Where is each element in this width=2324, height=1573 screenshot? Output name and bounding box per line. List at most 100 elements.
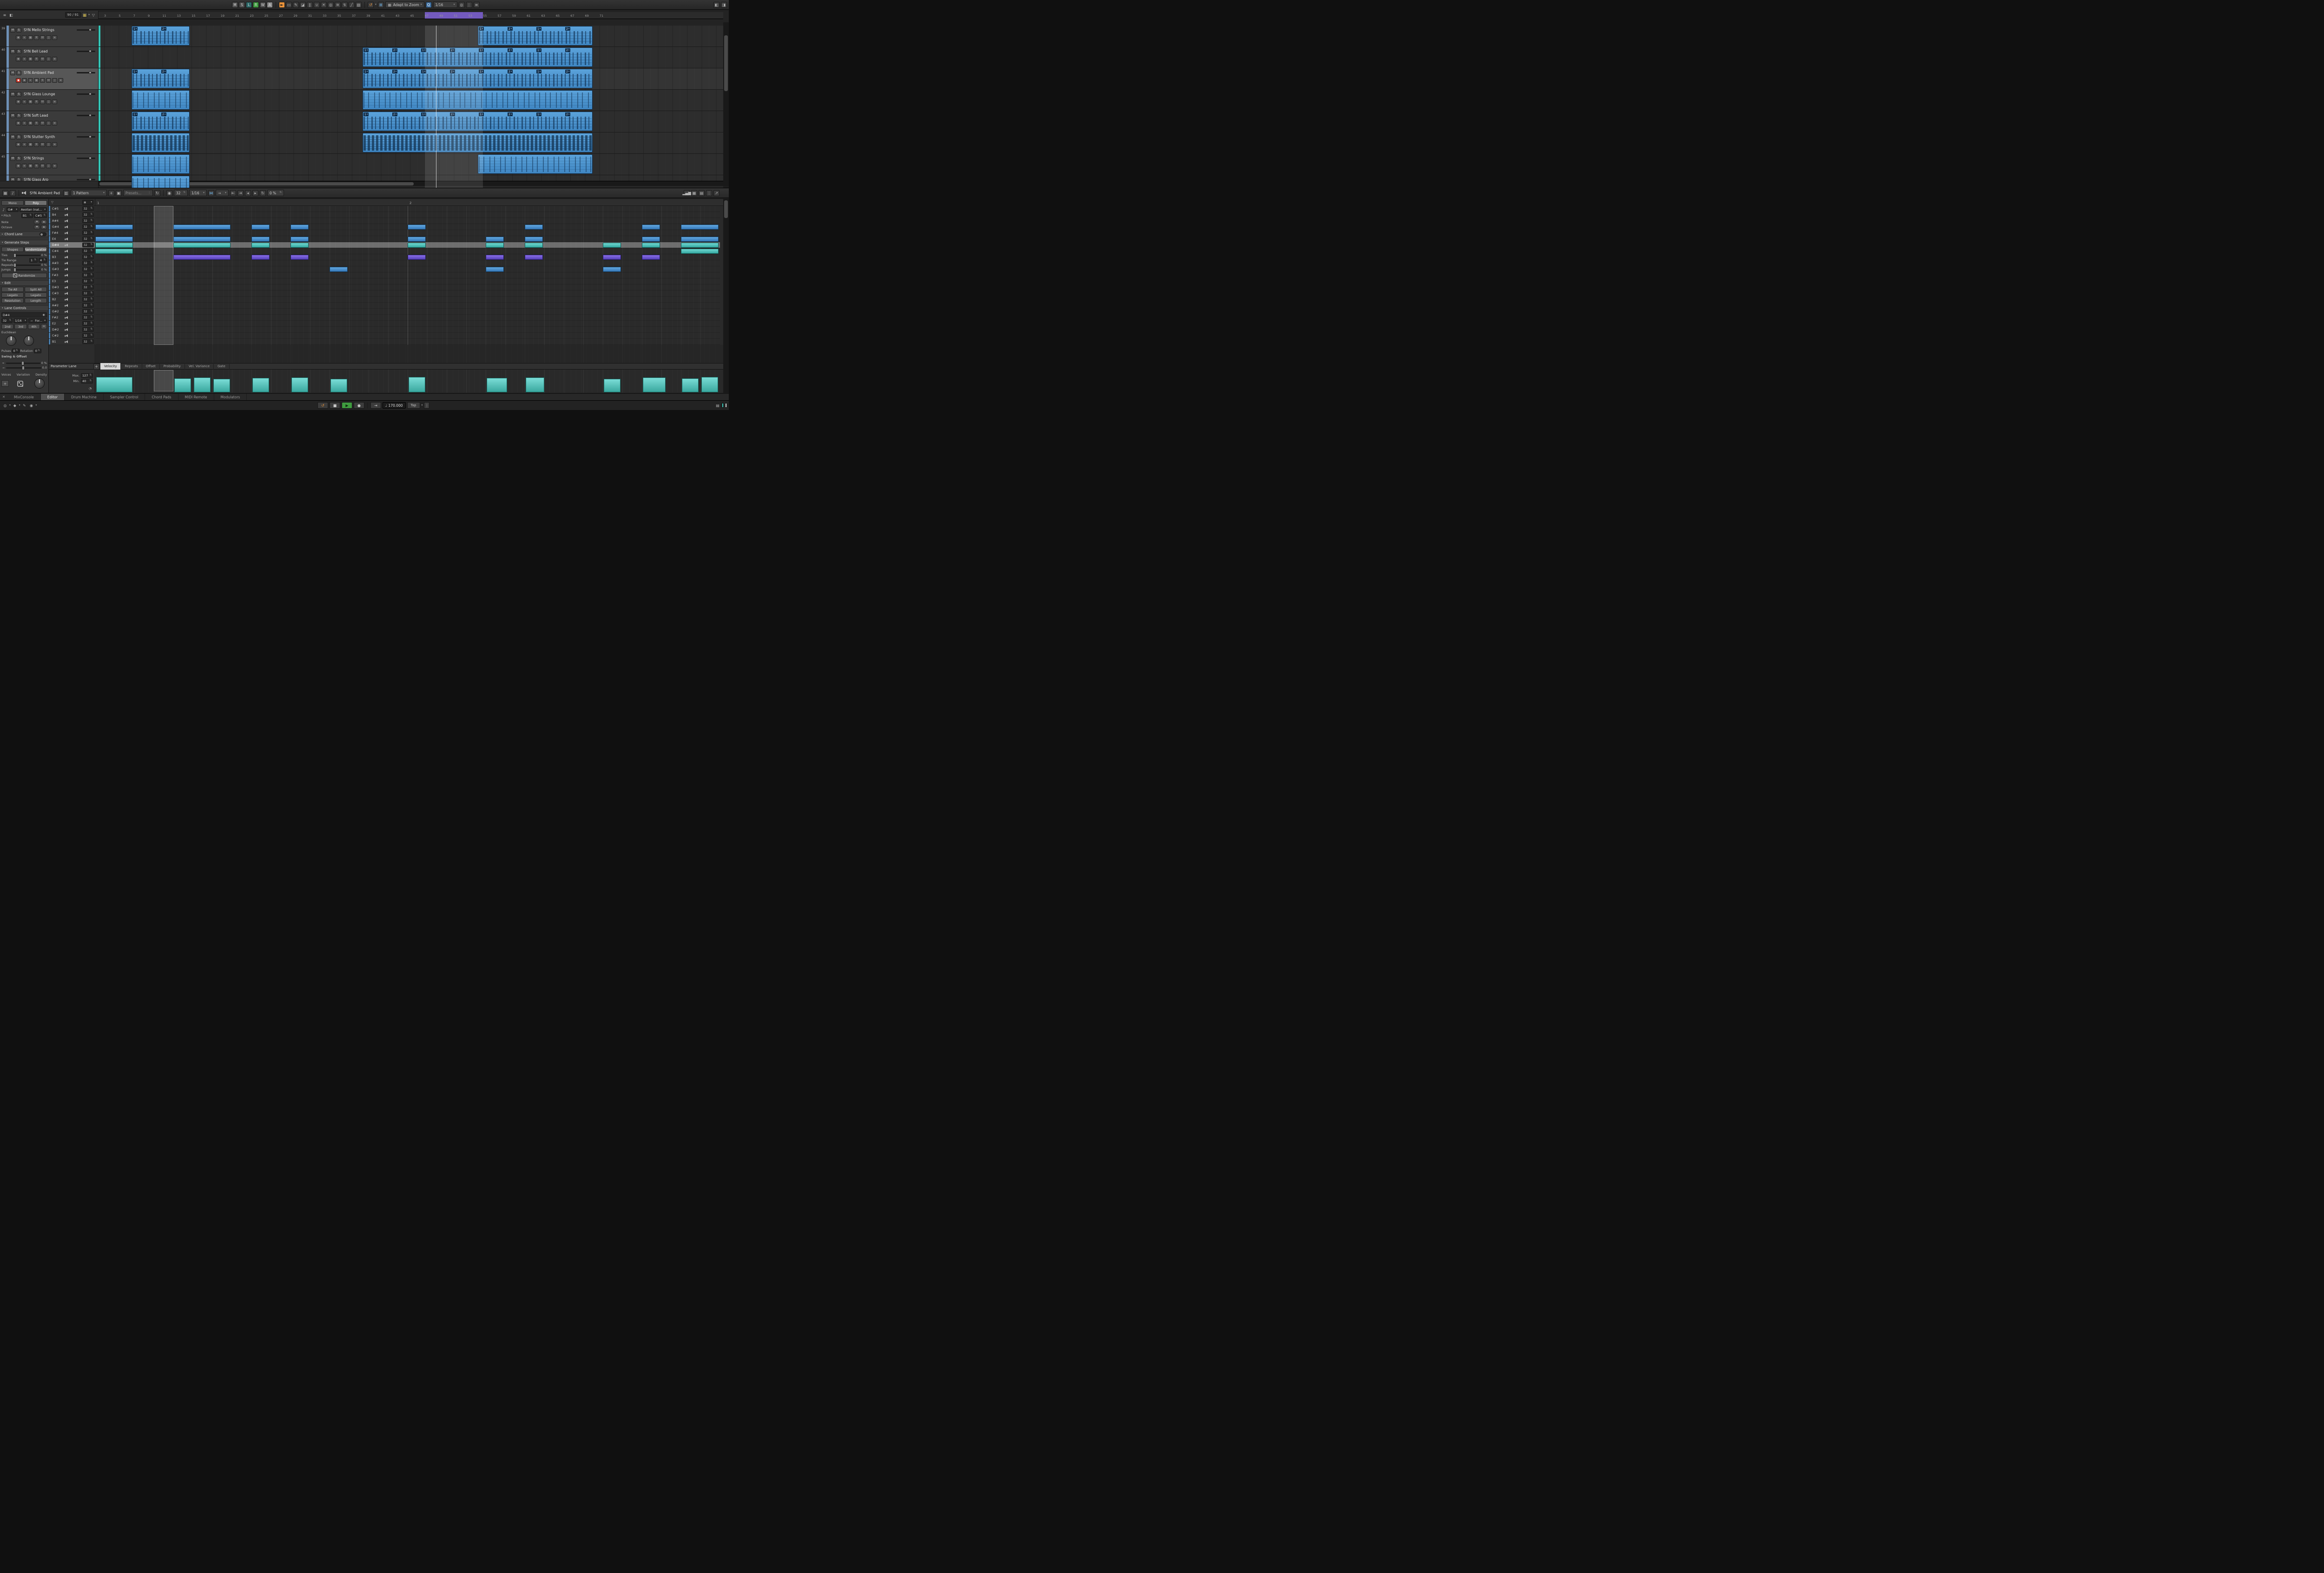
velocity-bar[interactable] — [487, 378, 507, 392]
zone-tab-mixconsole[interactable]: MixConsole — [7, 394, 41, 400]
lane-list-item[interactable]: F#332⇅ — [49, 272, 95, 278]
track-header[interactable]: 40MSSYN Bell Lead◉e▦RW▯≡ — [0, 47, 98, 68]
write-automation-button[interactable]: W — [40, 57, 45, 61]
pattern-length-spinner[interactable]: 32 ⇅ — [174, 190, 188, 196]
track-lane[interactable]: 1▾2▾1▾2▾1▾2▾1▾2▾ — [99, 47, 723, 68]
volume-slider[interactable] — [77, 158, 95, 159]
lane-steps-box[interactable]: 32⇅ — [82, 267, 94, 271]
midi-note[interactable] — [251, 237, 270, 242]
edit-channel-button[interactable]: e — [22, 142, 27, 147]
record-button[interactable]: ● — [354, 402, 364, 409]
mute-button[interactable]: M — [10, 135, 15, 139]
lane-display-button[interactable]: ≡ — [52, 57, 57, 61]
midi-clip[interactable]: 1▾2▾ — [132, 26, 190, 46]
legato-on-button[interactable]: Legato — [25, 292, 47, 297]
chevron-down-icon[interactable]: ▾ — [88, 13, 90, 16]
lane-steps-box[interactable]: 32⇅ — [82, 255, 94, 259]
volume-slider[interactable] — [77, 72, 95, 73]
transport-menu-button[interactable]: ⋮ — [424, 402, 429, 409]
pulses-knob[interactable] — [6, 336, 16, 346]
record-enable-button[interactable]: ● — [16, 78, 21, 83]
midi-clip[interactable]: 1▾2▾1▾2▾ — [478, 26, 593, 46]
write-automation-button[interactable]: W — [40, 35, 45, 40]
lane-list-item[interactable]: G#432⇅ — [49, 224, 95, 230]
velocity-min-spinner[interactable]: 40⇅ — [81, 379, 93, 383]
lane-steps-box[interactable]: 32⇅ — [82, 261, 94, 265]
param-tab-vel-variance[interactable]: Vel. Variance — [185, 363, 214, 370]
midi-note[interactable] — [681, 249, 719, 254]
lane-steps-box[interactable]: 32⇅ — [82, 218, 94, 223]
comp-tool[interactable]: ≋ — [335, 2, 341, 8]
play-button[interactable]: ▶ — [342, 402, 352, 409]
division-2nd-button[interactable]: 2nd — [1, 324, 13, 329]
midi-note[interactable] — [642, 255, 660, 260]
track-control-a[interactable]: A — [267, 2, 273, 8]
edit-channel-button[interactable]: e — [22, 99, 27, 104]
midi-note[interactable] — [486, 255, 504, 260]
lane-steps-box[interactable]: 32⇅ — [82, 303, 94, 308]
lane-list-item[interactable]: B332⇅ — [49, 254, 95, 260]
pattern-ruler[interactable]: 12 — [95, 199, 723, 206]
midi-note[interactable] — [173, 225, 231, 230]
scrollbar-thumb[interactable] — [724, 35, 728, 91]
keyboard-focus-icon[interactable]: ▤ — [715, 403, 720, 408]
velocity-bar[interactable] — [213, 379, 230, 392]
track-list-menu-icon[interactable]: ≡ — [2, 12, 7, 18]
division-3rd-button[interactable]: 3rd — [14, 324, 26, 329]
lane-steps-box[interactable]: 32⇅ — [82, 231, 94, 235]
zone-tab-midi-remote[interactable]: MIDI Remote — [178, 394, 214, 400]
swing-slider[interactable] — [6, 363, 40, 364]
lane-list-item[interactable]: A#432⇅ — [49, 218, 95, 224]
lane-steps-box[interactable]: 32⇅ — [82, 339, 94, 344]
solo-button[interactable]: S — [16, 49, 21, 54]
lane-steps-box[interactable]: 32⇅ — [82, 212, 94, 217]
grid-lane-row[interactable] — [95, 333, 720, 339]
lane-display-button[interactable]: ≡ — [52, 164, 57, 168]
write-automation-button[interactable]: W — [40, 99, 45, 104]
step-grid[interactable] — [95, 206, 723, 345]
midi-clip[interactable] — [363, 90, 593, 110]
lane-list-item[interactable]: G#332⇅ — [49, 266, 95, 272]
piano-icon[interactable]: ▥ — [63, 190, 69, 196]
track-lane[interactable] — [99, 132, 723, 154]
solo-button[interactable]: S — [16, 156, 21, 161]
freeze-button[interactable]: ▯ — [46, 164, 51, 168]
grid-lane-row[interactable] — [95, 206, 720, 212]
write-automation-button[interactable]: W — [40, 121, 45, 126]
zone-tab-modulators[interactable]: Modulators — [214, 394, 247, 400]
velocity-bar[interactable] — [604, 379, 621, 392]
velocity-bar[interactable] — [291, 377, 308, 392]
lane-controls-section[interactable]: ▾ Lane Controls — [0, 305, 48, 311]
midi-note[interactable] — [95, 237, 133, 242]
step-resolution-select[interactable]: 1/16 ▾ — [189, 190, 207, 196]
velocity-bar[interactable] — [252, 378, 269, 392]
lane-display-button[interactable]: ≡ — [52, 121, 57, 126]
volume-handle[interactable] — [89, 28, 92, 31]
pattern-select[interactable]: 1 Pattern ▾ — [71, 190, 107, 196]
glue-tool[interactable]: ∪ — [314, 2, 320, 8]
zone-tab-editor[interactable]: Editor — [41, 394, 65, 400]
solo-button[interactable]: S — [16, 135, 21, 139]
slider-handle[interactable] — [13, 268, 16, 272]
draw-tool[interactable]: ✎ — [293, 2, 299, 8]
tempo-display[interactable]: ♩ 170.000 — [383, 402, 406, 409]
freeze-button[interactable]: ▯ — [46, 99, 51, 104]
midi-clip[interactable]: 1▾2▾ — [132, 69, 190, 88]
midi-note[interactable] — [95, 225, 133, 230]
collapse-icon[interactable]: ▾ — [1, 214, 3, 217]
object-select-tool[interactable]: ► — [279, 2, 285, 8]
mute-button[interactable]: M — [10, 71, 15, 75]
monitor-button[interactable]: ◉ — [16, 142, 21, 147]
solo-button[interactable]: S — [16, 113, 21, 118]
lane-steps-box[interactable]: 32⇅ — [82, 273, 94, 278]
midi-note[interactable] — [681, 243, 719, 248]
velocity-bar[interactable] — [330, 379, 347, 392]
freeze-button[interactable]: ▯ — [46, 57, 51, 61]
lane-steps-box[interactable]: 32⇅ — [82, 243, 94, 247]
chevron-down-icon[interactable]: ▾ — [9, 404, 11, 407]
mute-button[interactable]: M — [10, 113, 15, 118]
jumps-slider[interactable] — [13, 269, 40, 271]
step-back-button[interactable]: ⇤ — [230, 190, 236, 196]
midi-note[interactable] — [95, 243, 133, 248]
division-link-button[interactable]: ⋈ — [41, 324, 47, 329]
